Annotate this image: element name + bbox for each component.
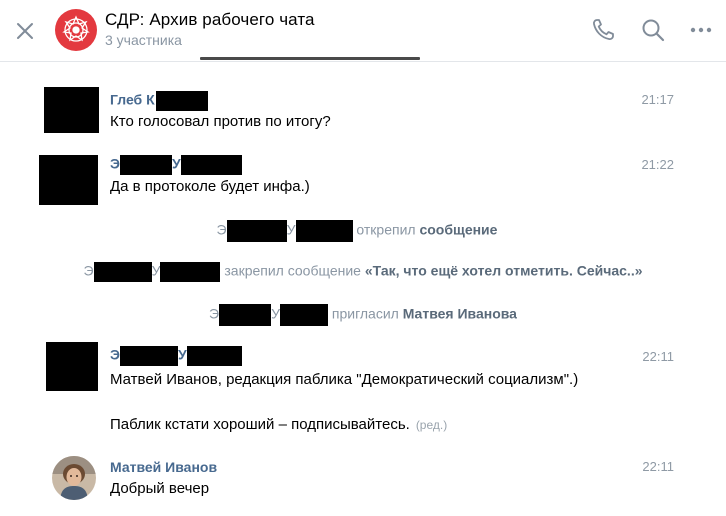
- message-text: Да в протоколе будет инфа.): [110, 178, 310, 195]
- avatar[interactable]: [44, 87, 99, 133]
- redaction-block: [180, 155, 242, 175]
- redaction-block: [155, 91, 208, 111]
- avatar[interactable]: [46, 342, 98, 391]
- avatar[interactable]: [52, 456, 96, 500]
- redaction-block: [280, 304, 328, 326]
- close-icon[interactable]: [14, 20, 36, 42]
- message-time: 21:17: [641, 92, 674, 107]
- clipped-previous-message: [200, 56, 420, 62]
- message-time: 22:11: [642, 459, 674, 474]
- message-text: Паблик кстати хороший – подписывайтесь.(…: [110, 416, 448, 433]
- redaction-block: [186, 346, 242, 366]
- more-icon[interactable]: [688, 17, 714, 43]
- redaction-block: [160, 262, 221, 282]
- chat-header: СДР: Архив рабочего чата 3 участника: [0, 0, 726, 62]
- message-author[interactable]: Матвей Иванов: [110, 459, 217, 475]
- search-icon[interactable]: [640, 17, 666, 43]
- chat-title[interactable]: СДР: Архив рабочего чата: [105, 10, 315, 30]
- message-time: 22:11: [642, 349, 674, 364]
- participants-count[interactable]: 3 участника: [105, 32, 182, 48]
- message-author[interactable]: ЭУ: [110, 155, 242, 175]
- service-message: ЭУ открепил сообщение: [0, 220, 720, 242]
- redaction-block: [219, 304, 272, 326]
- invited-user-link[interactable]: Матвея Иванова: [403, 306, 517, 322]
- message-author[interactable]: Глеб К: [110, 91, 208, 111]
- redaction-block: [295, 220, 353, 242]
- phone-icon[interactable]: [590, 17, 616, 43]
- edited-label: (ред.): [415, 418, 448, 432]
- service-message: ЭУ закрепил сообщение «Так, что ещё хоте…: [0, 262, 726, 282]
- redaction-block: [226, 220, 287, 242]
- chat-logo-icon[interactable]: [55, 9, 97, 51]
- message-author[interactable]: ЭУ: [110, 346, 242, 366]
- redaction-block: [119, 346, 178, 366]
- redaction-block: [93, 262, 152, 282]
- service-link[interactable]: сообщение: [419, 222, 497, 238]
- message-text: Матвей Иванов, редакция паблика "Демокра…: [110, 371, 579, 388]
- avatar[interactable]: [39, 155, 98, 205]
- redaction-block: [119, 155, 172, 175]
- service-message: ЭУ пригласил Матвея Иванова: [0, 304, 726, 326]
- pinned-message-link[interactable]: «Так, что ещё хотел отметить. Сейчас..»: [365, 263, 643, 279]
- message-text: Добрый вечер: [110, 480, 210, 497]
- message-time: 21:22: [641, 157, 674, 172]
- message-text: Кто голосовал против по итогу?: [110, 113, 331, 130]
